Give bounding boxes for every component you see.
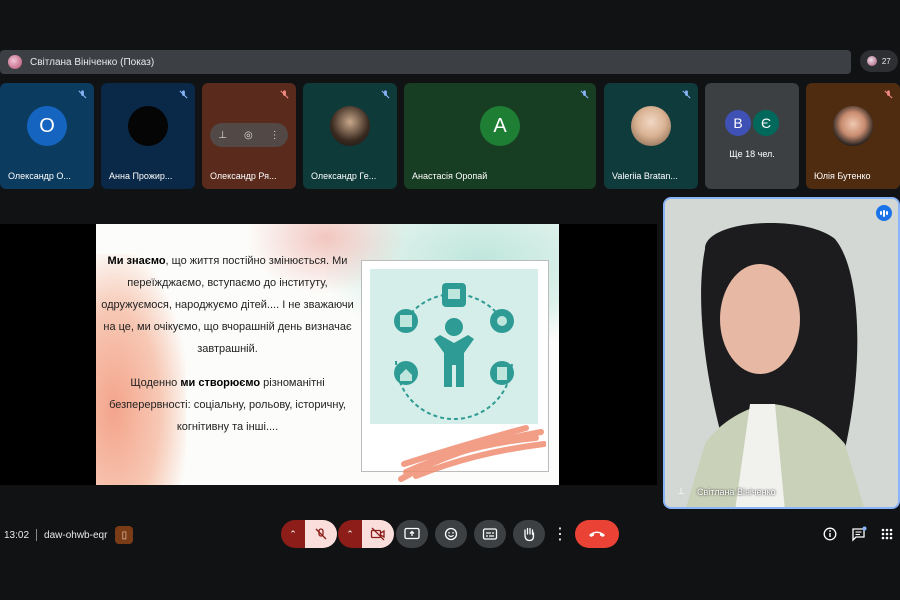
participant-name: Юлія Бутенко (814, 171, 871, 181)
participants-button[interactable]: 27 (860, 50, 898, 72)
more-participants-avatars: В Є (725, 110, 779, 136)
mic-control[interactable]: ⌃ (281, 520, 337, 548)
participant-name: Олександр Ря... (210, 171, 277, 181)
chevron-up-icon[interactable]: ⌃ (338, 520, 362, 548)
avatar: A (480, 106, 520, 146)
slide-text-span: Щоденно (130, 377, 181, 389)
tile-hover-controls: ⊥ ◎ ⋮ (210, 123, 288, 147)
captions-button[interactable] (474, 520, 506, 548)
mic-off-icon (78, 90, 87, 99)
participant-name: Valeriia Bratan... (612, 171, 678, 181)
presenter-bar[interactable]: Світлана Вініченко (Показ) (0, 50, 851, 74)
mic-off-icon (179, 90, 188, 99)
captions-icon (482, 528, 498, 540)
avatar (631, 106, 671, 146)
more-options-icon[interactable]: ⋮ (270, 130, 280, 141)
participant-avatar-icon (867, 56, 878, 66)
speaking-indicator-icon (876, 205, 892, 221)
emoji-button[interactable] (435, 520, 467, 548)
activities-icon (881, 528, 893, 540)
participant-name: Олександр Ге... (311, 171, 377, 181)
pin-icon[interactable]: ⊥ (218, 130, 227, 141)
activities-button[interactable] (878, 525, 896, 543)
participant-name: Олександр О... (8, 171, 71, 181)
participant-tile[interactable]: Анна Прожир... (101, 83, 195, 189)
recording-icon: ▯ (115, 526, 134, 544)
slide-emphasis: Ми знаємо (107, 255, 166, 267)
participant-count: 27 (881, 56, 891, 66)
slide-emphasis: ми створюємо (180, 377, 261, 389)
avatar: О (27, 106, 67, 146)
slide-scribble (398, 425, 546, 482)
participant-name: Анастасія Оропай (412, 171, 488, 181)
mic-off-icon[interactable] (305, 520, 337, 548)
participant-tile[interactable]: Valeriia Bratan... (604, 83, 698, 189)
avatar: Є (753, 110, 779, 136)
end-call-icon (589, 531, 605, 537)
presenter-figure (665, 199, 898, 507)
avatar (128, 106, 168, 146)
avatar: В (725, 110, 751, 136)
info-icon (823, 527, 837, 541)
presentation-slide: Ми знаємо, що життя постійно змінюється.… (96, 224, 559, 485)
more-options-button[interactable]: ⋮ (550, 520, 570, 548)
mic-off-icon (381, 90, 390, 99)
chevron-up-icon[interactable]: ⌃ (281, 520, 305, 548)
present-button[interactable] (396, 520, 428, 548)
more-participants-tile[interactable]: В Є Ще 18 чел. (705, 83, 799, 189)
mic-off-icon (580, 90, 589, 99)
info-button[interactable] (821, 525, 839, 543)
divider (36, 529, 38, 541)
participant-tile[interactable]: Юлія Бутенко (806, 83, 900, 189)
chat-icon (852, 526, 867, 542)
camera-off-icon[interactable] (362, 520, 394, 548)
meeting-time: 13:02 (4, 529, 30, 541)
slide-paragraph: Ми знаємо, що життя постійно змінюється.… (100, 250, 355, 360)
slide-text: Ми знаємо, що життя постійно змінюється.… (100, 250, 355, 450)
camera-control[interactable]: ⌃ (338, 520, 394, 548)
mic-off-icon (682, 90, 691, 99)
pin-icon: ⊥ (677, 486, 685, 496)
presenter-avatar (8, 55, 22, 69)
mic-off-icon (280, 90, 289, 99)
chat-button[interactable] (850, 525, 868, 543)
mic-off-icon (884, 90, 893, 99)
presenter-video[interactable]: ⊥ Світлана Вініченко (663, 197, 900, 509)
raise-hand-button[interactable] (513, 520, 545, 548)
slide-paragraph: Щоденно ми створюємо різноманітні безпер… (100, 372, 355, 438)
participant-tile[interactable]: A Анастасія Оропай (404, 83, 596, 189)
more-participants-label: Ще 18 чел. (729, 149, 775, 159)
emoji-icon (444, 527, 458, 541)
end-call-button[interactable] (575, 520, 619, 548)
present-icon (404, 527, 420, 540)
participant-tile[interactable]: Олександр Ге... (303, 83, 397, 189)
meeting-info: 13:02 daw-ohwb-eqr ▯ (4, 526, 134, 544)
presenter-name: Світлана Вініченко (697, 487, 776, 497)
person-network-icon (394, 283, 514, 420)
meeting-code: daw-ohwb-eqr (44, 529, 108, 541)
more-icon: ⋮ (552, 526, 568, 543)
mute-for-all-icon[interactable]: ◎ (244, 130, 253, 141)
participant-name: Анна Прожир... (109, 171, 173, 181)
presenter-label: Світлана Вініченко (Показ) (30, 56, 155, 68)
avatar (833, 106, 873, 146)
slide-text-span: , що життя постійно змінюється. Ми переї… (101, 255, 354, 355)
raise-hand-icon (524, 527, 535, 542)
slide-illustration (370, 269, 538, 424)
avatar (330, 106, 370, 146)
participant-tile[interactable]: О Олександр О... (0, 83, 94, 189)
